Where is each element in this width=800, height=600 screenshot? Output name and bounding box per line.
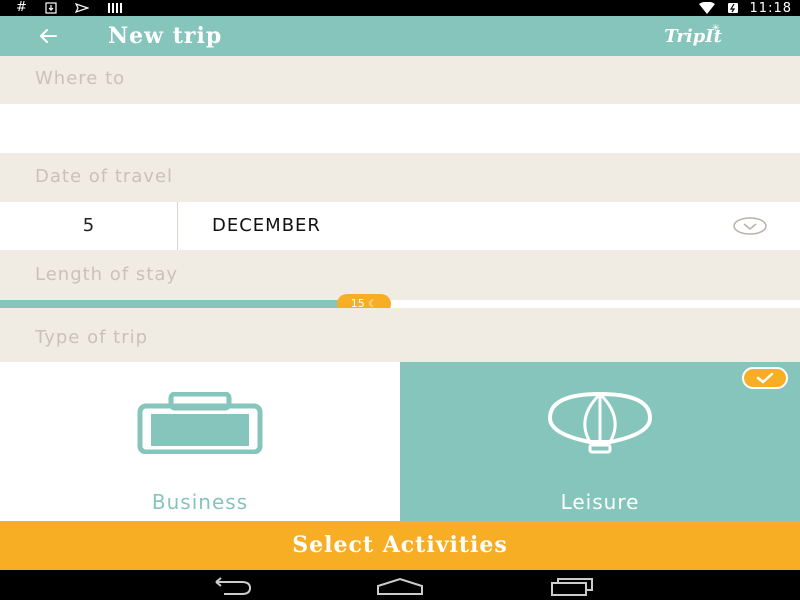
day-picker[interactable]: 5: [0, 202, 178, 250]
month-picker[interactable]: DECEMBER: [212, 202, 321, 250]
signal-bars-icon: [107, 3, 122, 13]
business-label: Business: [151, 490, 249, 514]
select-activities-button[interactable]: Select Activities: [0, 521, 800, 570]
check-icon: [756, 372, 774, 384]
system-nav-bar: [0, 570, 800, 600]
battery-icon: [727, 3, 738, 13]
status-bar: # 11:18: [0, 0, 800, 16]
status-time: 11:18: [749, 0, 792, 16]
selected-check-badge: [742, 367, 788, 389]
suitcase-icon: [137, 392, 263, 454]
recents-nav-icon[interactable]: [548, 576, 596, 596]
where-to-header: Where to: [0, 56, 800, 104]
trip-type-header: Type of trip: [0, 308, 800, 362]
brand-spark-icon: ✳: [711, 23, 720, 34]
back-nav-icon[interactable]: [206, 576, 254, 596]
stay-slider[interactable]: [0, 300, 800, 308]
hot-air-balloon-icon: [547, 391, 653, 454]
chevron-down-icon[interactable]: [732, 216, 768, 236]
page-title: New trip: [108, 23, 223, 49]
stay-slider-fill: [0, 300, 364, 308]
status-right-icons: 11:18: [698, 0, 792, 16]
status-left-icons: #: [16, 0, 123, 16]
stay-label: Length of stay: [35, 264, 178, 285]
trip-type-business[interactable]: Business: [0, 362, 400, 522]
paper-plane-icon: [74, 3, 89, 13]
leisure-label: Leisure: [560, 490, 640, 514]
home-nav-icon[interactable]: [376, 576, 424, 596]
app-bar: New trip TripIt ✳: [0, 16, 800, 56]
where-to-input[interactable]: [0, 104, 800, 153]
stay-header: Length of stay: [0, 250, 800, 300]
date-label: Date of travel: [35, 166, 174, 187]
where-to-label: Where to: [35, 68, 126, 89]
trip-type-leisure[interactable]: Leisure: [400, 362, 800, 522]
trip-type-label: Type of trip: [35, 327, 149, 348]
back-arrow-icon[interactable]: [36, 24, 60, 48]
download-icon: [45, 2, 57, 14]
hash-icon: #: [16, 0, 27, 15]
wifi-icon: [698, 2, 715, 14]
date-header: Date of travel: [0, 153, 800, 202]
